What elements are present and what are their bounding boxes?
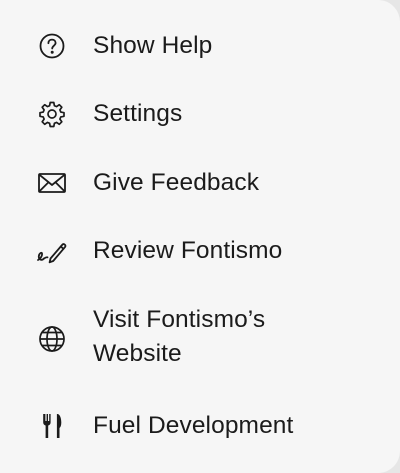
menu-item-give-feedback[interactable]: Give Feedback: [0, 165, 400, 201]
question-circle-icon: [36, 30, 68, 62]
menu-item-fuel-development[interactable]: Fuel Development: [0, 408, 400, 444]
fork-knife-icon: [36, 410, 68, 442]
menu-item-label: Settings: [93, 100, 183, 127]
menu-item-visit-website[interactable]: Visit Fontismo’s Website: [0, 303, 400, 373]
globe-icon: [36, 323, 68, 355]
menu-item-label-multiline: Visit Fontismo’s Website: [93, 303, 383, 371]
menu-item-review[interactable]: Review Fontismo: [0, 233, 400, 269]
gear-icon: [36, 98, 68, 130]
menu-item-settings[interactable]: Settings: [0, 96, 400, 132]
context-menu: Show Help Settings Give Feedback Review …: [0, 0, 400, 473]
menu-item-label: Fuel Development: [93, 412, 294, 439]
pencil-signature-icon: [36, 236, 68, 268]
label-line-1: Visit Fontismo’s: [93, 306, 266, 333]
menu-item-label: Review Fontismo: [93, 237, 283, 264]
menu-item-label: Give Feedback: [93, 169, 260, 196]
menu-item-show-help[interactable]: Show Help: [0, 28, 400, 64]
envelope-icon: [36, 167, 68, 199]
menu-item-label: Show Help: [93, 32, 213, 59]
label-line-2: Website: [93, 340, 182, 367]
